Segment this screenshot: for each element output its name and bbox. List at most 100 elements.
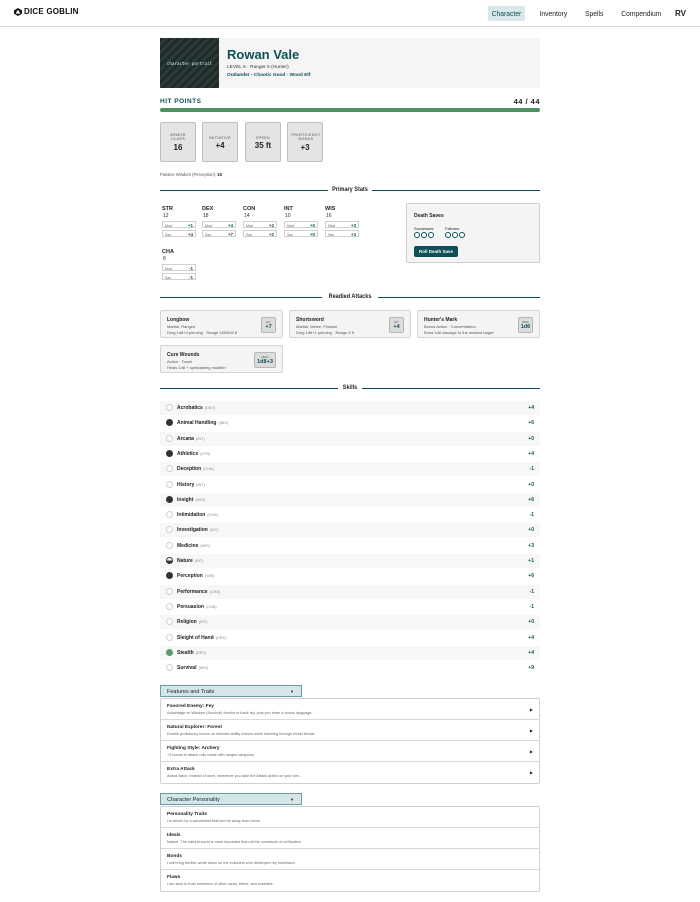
attack-card-longbow[interactable]: Longbow Martial, Ranged Dmg 1d8+4 pierci…: [160, 310, 283, 338]
damage-roll-badge[interactable]: DMG 1d6: [518, 317, 533, 333]
skill-modifier: +3: [528, 542, 534, 549]
proficiency-indicator[interactable]: [166, 602, 173, 610]
proficiency-indicator[interactable]: [166, 511, 173, 519]
skill-name: Perception: [177, 573, 203, 580]
proficiency-indicator[interactable]: [166, 633, 173, 641]
skill-row[interactable]: Sleight of Hand (DEX) +4: [160, 631, 540, 645]
success-checkbox[interactable]: [421, 232, 427, 238]
mod-value: +1: [187, 223, 193, 228]
ability-name: DEX: [202, 206, 214, 212]
feature-item[interactable]: Natural Explorer: Forest Double proficien…: [161, 720, 539, 741]
skill-modifier: +0: [528, 527, 534, 534]
skill-ability: (INT): [195, 436, 205, 441]
ability-score: 14: [244, 213, 250, 219]
proficiency-indicator[interactable]: [166, 541, 173, 549]
proficiency-indicator[interactable]: [166, 449, 173, 457]
skill-label: Arcana (INT): [177, 436, 205, 442]
skill-ability: (INT): [196, 482, 205, 487]
skill-row[interactable]: Intimidation (CHA) -1: [160, 508, 540, 522]
ability-mod-row: Mod +0: [284, 221, 318, 228]
ability-int[interactable]: INT 10 Mod +0 Sav +0: [284, 206, 320, 237]
ability-str[interactable]: STR 12 Mod +1 Sav +4: [162, 206, 198, 237]
attack-card-shortsword[interactable]: Shortsword Martial, Melee, Finesse Dmg 1…: [289, 310, 411, 338]
skill-row[interactable]: Arcana (INT) +0: [160, 431, 540, 446]
feature-item[interactable]: Extra Attack Attack twice, instead of onc…: [161, 762, 539, 783]
attack-type: Martial, Melee, Finesse: [296, 324, 338, 329]
feature-title: Extra Attack: [167, 767, 195, 772]
attack-details: Extra 1d6 damage to the marked target: [424, 330, 494, 335]
skill-ability: (CHA): [205, 604, 217, 609]
nav-spells[interactable]: Spells: [581, 6, 607, 21]
ability-save-row: Sav +0: [284, 230, 318, 237]
skill-name: Medicine: [177, 542, 199, 549]
skill-row[interactable]: History (INT) +0: [160, 478, 540, 492]
user-avatar[interactable]: RV: [675, 9, 686, 18]
character-portrait[interactable]: character portrait: [160, 38, 219, 88]
skill-row[interactable]: Medicine (WIS) +3: [160, 539, 540, 553]
skill-row[interactable]: Athletics (STR) +4: [160, 447, 540, 461]
skill-label: Religion (INT): [177, 619, 207, 625]
skill-modifier: -1: [529, 512, 534, 519]
skill-row[interactable]: Perception (WIS) +6: [160, 569, 540, 583]
failure-checkbox[interactable]: [459, 232, 465, 238]
feature-desc: +2 bonus to attack rolls made with range…: [167, 753, 255, 757]
proficiency-indicator[interactable]: [166, 648, 173, 656]
skill-row[interactable]: Investigation (INT) +0: [160, 523, 540, 538]
skill-ability: (WIS): [200, 543, 211, 548]
skill-row[interactable]: Animal Handling (WIS) +6: [160, 416, 540, 430]
proficiency-indicator[interactable]: [166, 526, 173, 534]
proficiency-indicator[interactable]: [166, 587, 173, 595]
attack-roll-badge[interactable]: HIT +7: [261, 317, 276, 333]
proficiency-indicator[interactable]: [166, 465, 173, 473]
skill-ability: (DEX): [195, 650, 207, 655]
skill-row[interactable]: Religion (INT) +0: [160, 615, 540, 630]
proficiency-indicator[interactable]: [166, 419, 173, 427]
attack-roll-badge[interactable]: HIT +4: [389, 317, 404, 333]
proficiency-indicator[interactable]: [166, 495, 173, 503]
app-logo[interactable]: DICE GOBLIN: [14, 7, 79, 16]
ability-dex[interactable]: DEX 18 Mod +4 Sav +7: [202, 206, 238, 237]
ability-cha[interactable]: CHA 8 Mod -1 Sav -1: [162, 249, 198, 280]
proficiency-indicator[interactable]: [166, 618, 173, 626]
skill-row[interactable]: Acrobatics (DEX) +4: [160, 401, 540, 415]
heal-roll-badge[interactable]: HEAL 1d8+3: [254, 352, 276, 368]
features-accordion-toggle[interactable]: Features and Traits ▼: [160, 685, 302, 697]
proficiency-indicator[interactable]: [166, 572, 173, 580]
skill-row[interactable]: Survival (WIS) +9: [160, 661, 540, 675]
feature-desc: Advantage on Wisdom (Survival) checks to…: [167, 711, 313, 715]
success-checkbox[interactable]: [428, 232, 434, 238]
badge-value: +4: [393, 324, 400, 330]
failure-checkbox[interactable]: [445, 232, 451, 238]
skill-row[interactable]: Persuasion (CHA) -1: [160, 600, 540, 614]
ability-wis[interactable]: WIS 16 Mod +3 Sav +3: [325, 206, 361, 237]
personality-accordion-toggle[interactable]: Character Personality ▼: [160, 793, 302, 805]
success-checkbox[interactable]: [414, 232, 420, 238]
skill-row[interactable]: Insight (WIS) +6: [160, 492, 540, 507]
ability-name: STR: [162, 206, 173, 212]
attack-card-cure-wounds[interactable]: Cure Wounds Action · Touch Heals 1d8 + s…: [160, 345, 283, 373]
proficiency-indicator[interactable]: [166, 434, 173, 442]
attack-card-hunters-mark[interactable]: Hunter's Mark Bonus Action · Concentrati…: [417, 310, 540, 338]
nav-compendium[interactable]: Compendium: [618, 6, 665, 21]
skill-name: Sleight of Hand: [177, 634, 214, 641]
failure-checkbox[interactable]: [452, 232, 458, 238]
roll-death-save-button[interactable]: Roll Death Save: [414, 246, 459, 257]
skill-row[interactable]: Deception (CHA) -1: [160, 462, 540, 477]
passive-perception-label: Passive Wisdom (Perception):: [160, 172, 217, 177]
proficiency-indicator[interactable]: [166, 557, 173, 564]
nav-inventory[interactable]: Inventory: [536, 6, 571, 21]
proficiency-indicator[interactable]: [166, 404, 173, 411]
feature-item[interactable]: Favored Enemy: Fey Advantage on Wisdom (S…: [161, 699, 539, 720]
skill-name: Performance: [177, 588, 208, 595]
skill-row[interactable]: Performance (CHA) -1: [160, 584, 540, 599]
section-title-text: Readied Attacks: [328, 293, 372, 300]
skill-row[interactable]: Stealth (DEX) +4: [160, 645, 540, 660]
hit-points-bar: [160, 108, 540, 112]
proficiency-indicator[interactable]: [166, 480, 173, 488]
nav-character[interactable]: Character: [488, 6, 526, 21]
proficiency-indicator[interactable]: [166, 664, 173, 672]
feature-item[interactable]: Fighting Style: Archery +2 bonus to attac…: [161, 741, 539, 762]
skill-label: Investigation (INT): [177, 527, 219, 533]
skill-row[interactable]: Nature (INT) +1: [160, 554, 540, 568]
ability-con[interactable]: CON 14 Mod +2 Sav +2: [243, 206, 279, 237]
